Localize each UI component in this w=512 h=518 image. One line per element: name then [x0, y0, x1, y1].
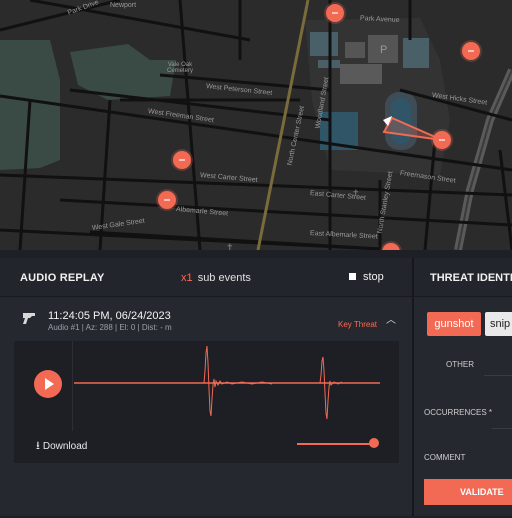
- occurrences-label: OCCURRENCES *: [424, 408, 493, 417]
- chip-gunshot[interactable]: gunshot: [427, 312, 481, 336]
- map-canvas: P ✝ ✝: [0, 0, 512, 250]
- event-marker[interactable]: [462, 42, 480, 60]
- building: [310, 32, 338, 56]
- event-card: 11:24:05 PM, 06/24/2023 Audio #1 | Az: 2…: [0, 298, 412, 518]
- audio-replay-panel: AUDIO REPLAY x1 sub events stop 11:24:05…: [0, 258, 412, 516]
- waveform-panel: ⭳ Download: [14, 341, 399, 463]
- chevron-up-icon[interactable]: ︿: [386, 311, 396, 326]
- volume-slider-handle[interactable]: [369, 438, 379, 448]
- download-icon: ⭳: [36, 440, 40, 452]
- chip-sniper[interactable]: snip: [485, 312, 512, 336]
- audio-replay-header: AUDIO REPLAY x1 sub events stop: [0, 258, 412, 297]
- building: [345, 42, 365, 58]
- sub-events-number: x1: [181, 272, 193, 284]
- other-input[interactable]: [484, 375, 512, 376]
- building: [340, 64, 382, 84]
- event-marker[interactable]: [173, 151, 191, 169]
- stop-button[interactable]: stop: [349, 271, 384, 283]
- event-marker[interactable]: [326, 4, 344, 22]
- threat-header: THREAT IDENTIF: [414, 258, 512, 297]
- comment-label: COMMENT: [424, 453, 466, 462]
- stop-label: stop: [363, 271, 384, 283]
- map-view[interactable]: P ✝ ✝ Park Drive Newport Park Avenue Val…: [0, 0, 512, 250]
- gun-icon: [23, 313, 35, 324]
- download-label: Download: [42, 441, 88, 452]
- map-label-street: Newport: [110, 2, 137, 9]
- event-marker[interactable]: [158, 191, 176, 209]
- stop-icon: [349, 273, 356, 280]
- other-label: OTHER: [446, 360, 474, 369]
- sub-events-count: x1 sub events: [181, 272, 251, 284]
- threat-identification-panel: THREAT IDENTIF gunshot snip OTHER OCCURR…: [414, 258, 512, 516]
- map-label-cemetery: Vale Oak Cemetery: [166, 62, 193, 74]
- sub-events-label: sub events: [197, 272, 251, 284]
- volume-slider[interactable]: [297, 443, 377, 445]
- validate-button[interactable]: VALIDATE: [424, 479, 512, 505]
- audio-waveform[interactable]: [72, 341, 392, 431]
- sensor-marker[interactable]: [433, 131, 451, 149]
- panel-title: THREAT IDENTIF: [430, 272, 512, 284]
- download-button[interactable]: ⭳ Download: [36, 437, 87, 456]
- svg-text:✝: ✝: [226, 243, 234, 250]
- event-timestamp: 11:24:05 PM, 06/24/2023: [48, 310, 171, 322]
- svg-text:P: P: [380, 44, 387, 56]
- occurrences-input[interactable]: [492, 428, 512, 429]
- play-button[interactable]: [34, 370, 62, 398]
- panel-title: AUDIO REPLAY: [20, 272, 105, 284]
- event-metadata: Audio #1 | Az: 288 | El: 0 | Dist: - m: [48, 323, 172, 332]
- key-threat-badge: Key Threat: [338, 320, 377, 329]
- building: [403, 38, 429, 68]
